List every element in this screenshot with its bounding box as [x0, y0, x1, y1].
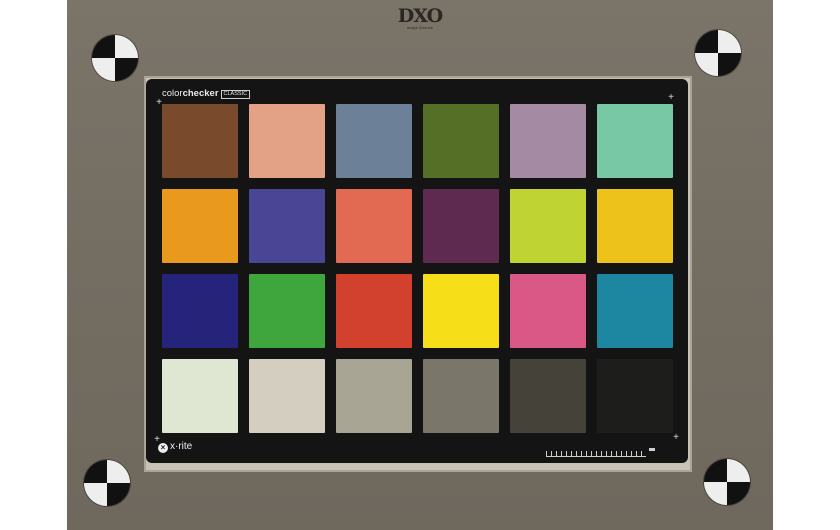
- color-patch: [249, 274, 325, 348]
- color-patch: [336, 274, 412, 348]
- dxo-logo: DXO Image Science: [395, 6, 445, 30]
- color-patch: [336, 189, 412, 263]
- color-patch: [423, 274, 499, 348]
- colorchecker-brand: colorchecker CLASSIC: [162, 88, 251, 100]
- brand-badge: CLASSIC: [220, 90, 251, 99]
- brand-bold-text: checker: [182, 88, 219, 99]
- color-patch: [597, 104, 673, 178]
- xrite-mark-icon: ×: [158, 443, 168, 453]
- color-patch: [597, 274, 673, 348]
- registration-target-bottom-left: [84, 460, 130, 506]
- color-patch: [597, 189, 673, 263]
- color-patch: [249, 359, 325, 433]
- measurement-scale: [546, 448, 646, 457]
- xrite-logo: × x·rite: [158, 441, 192, 453]
- color-patch: [423, 359, 499, 433]
- color-patch: [162, 274, 238, 348]
- scale-end-mark: [649, 448, 655, 451]
- xrite-logo-text: x·rite: [170, 441, 193, 452]
- color-patch: [597, 359, 673, 433]
- dxo-logo-mark: DXO: [397, 5, 443, 27]
- color-patch: [162, 104, 238, 178]
- color-patch: [510, 189, 586, 263]
- color-patch: [249, 104, 325, 178]
- color-patch: [510, 274, 586, 348]
- photo-background: DXO Image Science colorchecker CLASSIC + …: [67, 0, 773, 530]
- registration-target-top-right: [695, 30, 741, 76]
- color-patch: [510, 104, 586, 178]
- colorchecker-card: colorchecker CLASSIC + + + + × x·rite: [146, 79, 688, 463]
- registration-target-top-left: [92, 35, 138, 81]
- color-patch-grid: [158, 100, 680, 444]
- color-patch: [423, 189, 499, 263]
- color-patch: [423, 104, 499, 178]
- color-patch: [162, 359, 238, 433]
- color-patch: [336, 104, 412, 178]
- brand-light-text: color: [162, 88, 183, 99]
- color-patch: [510, 359, 586, 433]
- color-patch: [249, 189, 325, 263]
- color-patch: [162, 189, 238, 263]
- registration-target-bottom-right: [704, 459, 750, 505]
- color-patch: [336, 359, 412, 433]
